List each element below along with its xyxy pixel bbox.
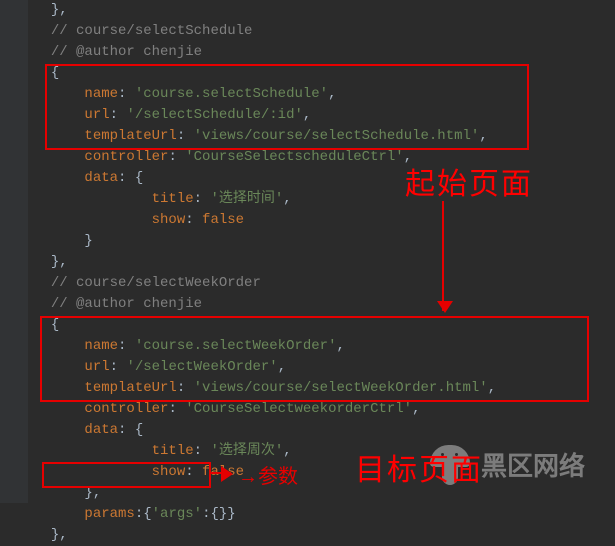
code-token: controller (84, 149, 168, 165)
code-line[interactable]: title: '选择周次', (34, 441, 496, 462)
code-line[interactable]: params:{'args':{}} (34, 504, 496, 525)
code-token: , (283, 191, 291, 207)
code-line[interactable]: data: { (34, 168, 496, 189)
code-token: title (152, 443, 194, 459)
code-token: }, (51, 527, 68, 543)
code-token: , (328, 86, 336, 102)
code-token: : (118, 86, 135, 102)
code-token: data (84, 422, 118, 438)
code-token: name (84, 338, 118, 354)
code-token: '选择时间' (210, 191, 283, 207)
code-token: false (202, 212, 244, 228)
code-editor: }, // course/selectSchedule // @author c… (0, 0, 615, 503)
code-token: { (51, 65, 59, 81)
code-token: { (51, 317, 59, 333)
code-token: : (168, 401, 185, 417)
code-token: '/selectWeekOrder' (126, 359, 277, 375)
editor-gutter (0, 0, 28, 503)
code-token: 'course.selectSchedule' (135, 86, 328, 102)
code-token: 'CourseSelectscheduleCtrl' (185, 149, 403, 165)
code-token: // course/selectSchedule (51, 23, 253, 39)
code-line[interactable]: name: 'course.selectSchedule', (34, 84, 496, 105)
code-token: } (84, 233, 92, 249)
code-token: : (194, 443, 211, 459)
code-token: : (110, 107, 127, 123)
code-line[interactable]: show: false (34, 462, 496, 483)
code-token: , (283, 443, 291, 459)
code-token: url (84, 359, 109, 375)
code-line[interactable]: } (34, 231, 496, 252)
code-token: }, (51, 2, 68, 18)
code-token: : (177, 380, 194, 396)
code-token: 'course.selectWeekOrder' (135, 338, 337, 354)
code-line[interactable]: title: '选择时间', (34, 189, 496, 210)
code-token: : { (118, 422, 143, 438)
code-token: , (404, 149, 412, 165)
code-line[interactable]: url: '/selectSchedule/:id', (34, 105, 496, 126)
code-line[interactable]: templateUrl: 'views/course/selectSchedul… (34, 126, 496, 147)
code-token: templateUrl (84, 380, 176, 396)
code-token: '选择周次' (210, 443, 283, 459)
code-token: : (118, 338, 135, 354)
code-token: show (152, 464, 186, 480)
code-line[interactable]: data: { (34, 420, 496, 441)
code-token: : { (118, 170, 143, 186)
code-area[interactable]: }, // course/selectSchedule // @author c… (28, 0, 496, 503)
code-token: // @author chenjie (51, 44, 202, 60)
code-line[interactable]: }, (34, 252, 496, 273)
code-token: , (336, 338, 344, 354)
code-line[interactable]: }, (34, 525, 496, 546)
code-token: :{}} (202, 506, 236, 522)
annotation-arrow-right (209, 472, 231, 474)
code-line[interactable]: { (34, 315, 496, 336)
code-token: }, (84, 485, 101, 501)
code-token: , (412, 401, 420, 417)
code-line[interactable]: // course/selectWeekOrder (34, 273, 496, 294)
code-token: title (152, 191, 194, 207)
code-line[interactable]: { (34, 63, 496, 84)
code-token: : (185, 464, 202, 480)
code-token: // @author chenjie (51, 296, 202, 312)
code-token: , (479, 128, 487, 144)
code-token: controller (84, 401, 168, 417)
code-token: 'CourseSelectweekorderCtrl' (185, 401, 412, 417)
code-token: 'views/course/selectSchedule.html' (194, 128, 480, 144)
code-token: : (110, 359, 127, 375)
code-token: params (84, 506, 134, 522)
code-line[interactable]: show: false (34, 210, 496, 231)
code-line[interactable]: name: 'course.selectWeekOrder', (34, 336, 496, 357)
code-token: }, (51, 254, 68, 270)
code-line[interactable]: // @author chenjie (34, 42, 496, 63)
code-line[interactable]: // course/selectSchedule (34, 21, 496, 42)
annotation-arrow-down (442, 201, 444, 311)
code-token: 'views/course/selectWeekOrder.html' (194, 380, 488, 396)
code-token: , (303, 107, 311, 123)
code-line[interactable]: controller: 'CourseSelectscheduleCtrl', (34, 147, 496, 168)
code-token: , (278, 359, 286, 375)
code-token: : (177, 128, 194, 144)
code-token: :{ (135, 506, 152, 522)
code-token: show (152, 212, 186, 228)
code-line[interactable]: }, (34, 0, 496, 21)
code-token: name (84, 86, 118, 102)
code-token: 'args' (152, 506, 202, 522)
code-token: templateUrl (84, 128, 176, 144)
code-token: : (168, 149, 185, 165)
code-token: // course/selectWeekOrder (51, 275, 261, 291)
code-line[interactable]: controller: 'CourseSelectweekorderCtrl', (34, 399, 496, 420)
code-token: '/selectSchedule/:id' (126, 107, 302, 123)
code-token: data (84, 170, 118, 186)
code-token: : (185, 212, 202, 228)
code-line[interactable]: // @author chenjie (34, 294, 496, 315)
code-line[interactable]: }, (34, 483, 496, 504)
code-token: : (194, 191, 211, 207)
code-line[interactable]: templateUrl: 'views/course/selectWeekOrd… (34, 378, 496, 399)
code-token: url (84, 107, 109, 123)
code-token: , (488, 380, 496, 396)
code-line[interactable]: url: '/selectWeekOrder', (34, 357, 496, 378)
